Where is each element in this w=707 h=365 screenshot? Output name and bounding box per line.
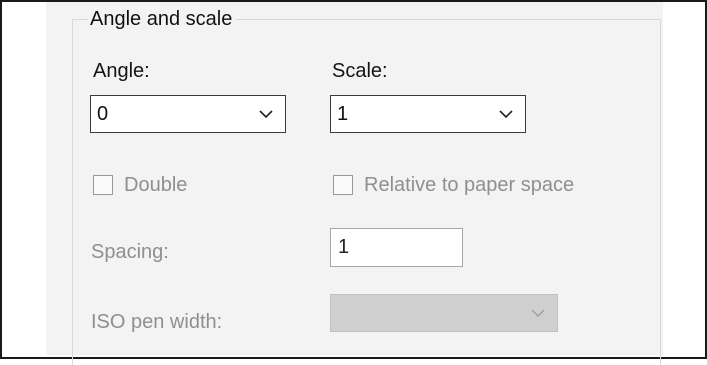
scale-label: Scale:: [332, 60, 388, 82]
relative-to-paper-space-label: Relative to paper space: [364, 174, 575, 196]
relative-to-paper-space-checkbox[interactable]: [333, 175, 353, 195]
double-checkbox[interactable]: [93, 175, 113, 195]
scale-dropdown[interactable]: 1: [330, 95, 526, 133]
iso-pen-width-dropdown[interactable]: [330, 294, 558, 332]
screenshot-frame: Angle and scale Angle: 0 Scale: 1 Double…: [0, 0, 707, 365]
angle-value: 0: [97, 103, 109, 125]
chevron-down-icon: [499, 110, 513, 119]
spacing-input[interactable]: 1: [330, 228, 463, 267]
iso-pen-width-label: ISO pen width:: [91, 311, 223, 333]
scale-value: 1: [337, 103, 349, 125]
group-title: Angle and scale: [88, 7, 237, 31]
double-label: Double: [124, 174, 188, 196]
chevron-down-icon: [259, 110, 273, 119]
chevron-down-icon: [531, 309, 545, 317]
spacing-value: 1: [338, 236, 350, 258]
spacing-label: Spacing:: [91, 241, 169, 263]
angle-label: Angle:: [93, 60, 150, 82]
angle-dropdown[interactable]: 0: [90, 95, 286, 133]
